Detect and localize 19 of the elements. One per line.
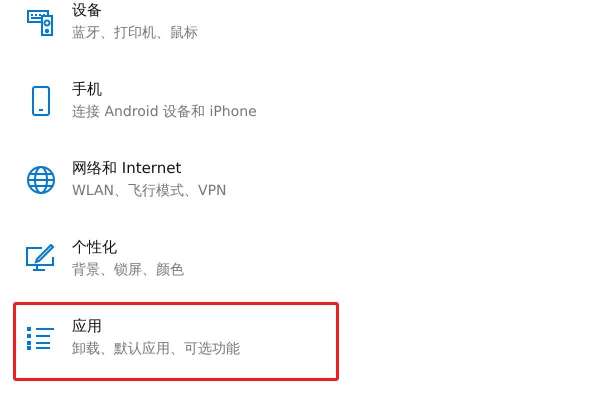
highlighted-settings-item[interactable]: 应用 卸载、默认应用、可选功能 (13, 302, 339, 381)
item-description: 连接 Android 设备和 iPhone (72, 103, 257, 121)
phone-icon (30, 84, 52, 116)
settings-item[interactable]: 网络和 Internet WLAN、飞行模式、VPN (13, 144, 339, 223)
item-description: 蓝牙、打印机、鼠标 (72, 24, 198, 42)
item-title: 设备 (72, 1, 103, 20)
item-title: 手机 (72, 80, 103, 99)
item-description: 背景、锁屏、颜色 (72, 261, 184, 279)
settings-item[interactable]: 设备 蓝牙、打印机、鼠标 (13, 0, 339, 65)
item-description: 卸载、默认应用、可选功能 (72, 340, 240, 358)
list-icon (26, 324, 56, 350)
settings-item[interactable]: 手机 连接 Android 设备和 iPhone (13, 65, 339, 144)
monitor-brush-icon (25, 244, 57, 274)
item-title: 网络和 Internet (72, 159, 182, 178)
globe-icon (26, 164, 56, 194)
item-title: 应用 (72, 317, 103, 336)
item-title: 个性化 (72, 238, 118, 257)
settings-item[interactable]: 个性化 背景、锁屏、颜色 (13, 223, 339, 302)
item-description: WLAN、飞行模式、VPN (72, 182, 227, 200)
